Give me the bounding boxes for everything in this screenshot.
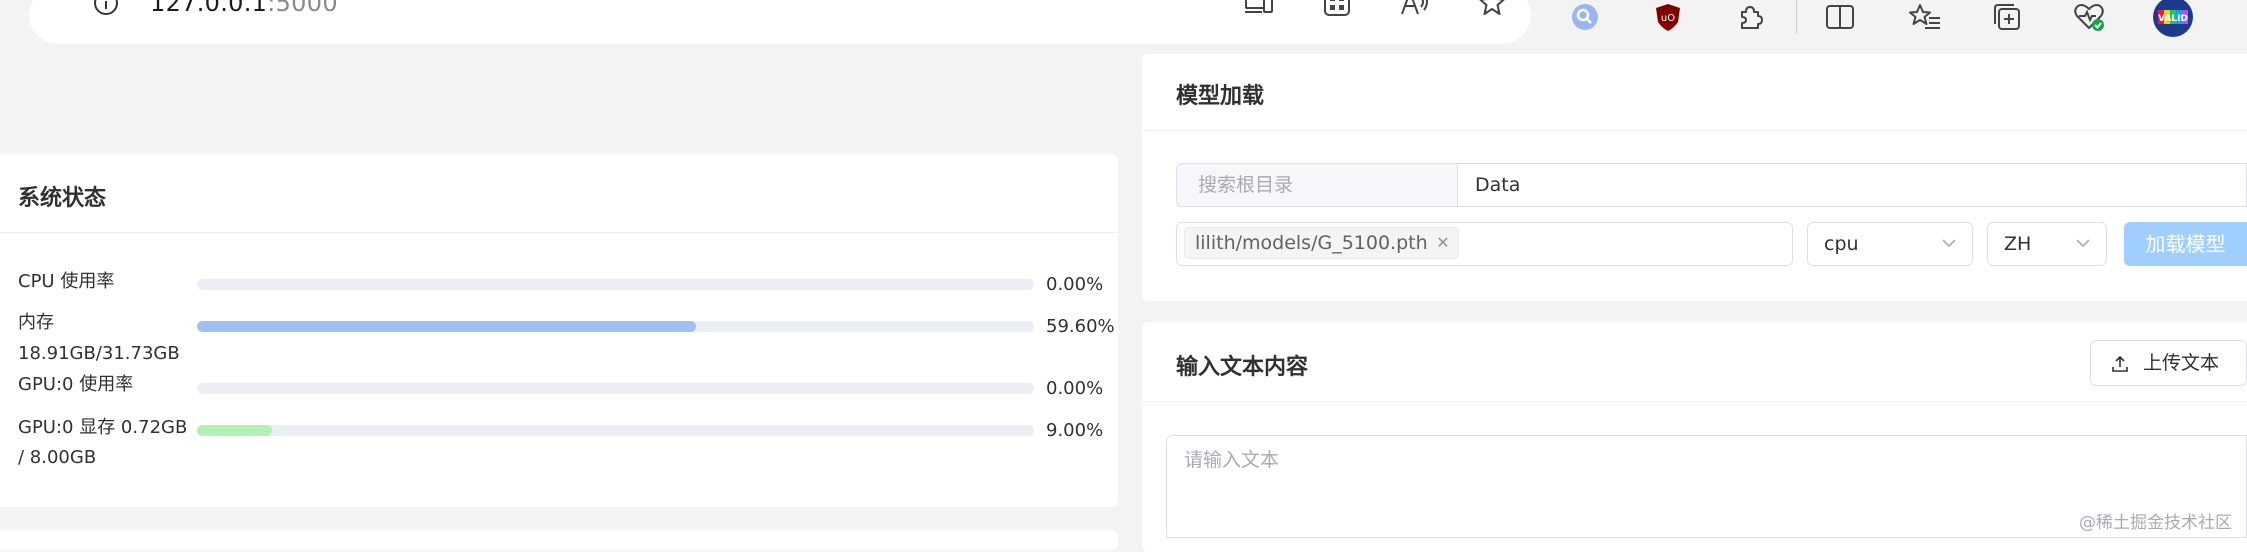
cpu-usage-bar xyxy=(197,279,1034,290)
watermark: @稀土掘金技术社区 xyxy=(2079,513,2232,533)
memory-bar-fill xyxy=(197,321,696,332)
gpu-memory-label: GPU:0 显存 0.72GB xyxy=(18,417,188,438)
ublock-icon[interactable]: uO xyxy=(1651,2,1685,32)
url-port: :5000 xyxy=(267,0,338,17)
search-root-value-input[interactable]: Data xyxy=(1458,163,2247,207)
model-select[interactable]: lilith/models/G_5100.pth ✕ xyxy=(1176,222,1793,266)
split-screen-icon[interactable] xyxy=(1823,2,1857,32)
gpu-usage-bar xyxy=(197,383,1034,394)
memory-percent: 59.60% xyxy=(1046,316,1115,337)
svg-text:uO: uO xyxy=(1661,13,1675,24)
chevron-down-icon xyxy=(2076,239,2090,248)
divider xyxy=(1142,401,2247,402)
browser-toolbar: 127.0.0.1:5000 uO VALID xyxy=(0,0,2247,47)
extensions-icon[interactable] xyxy=(1733,2,1767,32)
model-tag-label: lilith/models/G_5100.pth xyxy=(1195,232,1428,254)
url-host: 127.0.0.1 xyxy=(150,0,268,17)
gpu-usage-label: GPU:0 使用率 xyxy=(18,374,134,395)
favorites-icon[interactable] xyxy=(1908,2,1942,32)
gpu-usage-percent: 0.00% xyxy=(1046,378,1104,399)
language-select[interactable]: ZH xyxy=(1987,222,2107,266)
system-status-title: 系统状态 xyxy=(18,186,107,211)
upload-text-button[interactable]: 上传文本 xyxy=(2090,340,2247,386)
info-icon[interactable] xyxy=(91,0,121,18)
chevron-down-icon xyxy=(1942,239,1956,248)
search-root-input[interactable]: 搜索根目录 xyxy=(1176,163,1458,207)
address-bar[interactable]: 127.0.0.1:5000 xyxy=(29,0,1531,44)
profile-avatar-icon[interactable]: VALID xyxy=(2152,0,2194,38)
avatar-text: VALID xyxy=(2158,14,2188,24)
qr-apps-icon[interactable] xyxy=(1320,0,1354,18)
browser-essentials-icon[interactable] xyxy=(2072,2,2106,32)
divider xyxy=(1142,130,2247,131)
devices-icon[interactable] xyxy=(1242,0,1276,18)
device-select[interactable]: cpu xyxy=(1807,222,1973,266)
cpu-usage-label: CPU 使用率 xyxy=(18,271,115,292)
lower-panel xyxy=(0,530,1118,550)
gpu-memory-total: / 8.00GB xyxy=(18,447,97,468)
memory-bar xyxy=(197,321,1034,332)
model-tag: lilith/models/G_5100.pth ✕ xyxy=(1184,227,1459,259)
language-select-value: ZH xyxy=(2004,233,2032,255)
gpu-memory-percent: 9.00% xyxy=(1046,420,1104,441)
text-input-title: 输入文本内容 xyxy=(1176,355,1309,380)
toolbar-separator xyxy=(1796,0,1797,34)
cpu-usage-percent: 0.00% xyxy=(1046,274,1104,295)
memory-label: 内存 xyxy=(18,312,54,333)
load-model-button[interactable]: 加载模型 xyxy=(2124,222,2247,266)
upload-icon xyxy=(2112,355,2128,372)
model-load-title: 模型加载 xyxy=(1176,84,1265,109)
close-icon[interactable]: ✕ xyxy=(1436,228,1449,258)
upload-text-label: 上传文本 xyxy=(2143,352,2220,374)
url-text[interactable]: 127.0.0.1:5000 xyxy=(150,0,338,18)
textarea-placeholder: 请输入文本 xyxy=(1184,449,1280,471)
collections-icon[interactable] xyxy=(1990,2,2024,32)
memory-amount: 18.91GB/31.73GB xyxy=(18,343,180,364)
read-aloud-icon[interactable] xyxy=(1398,0,1432,18)
gpu-memory-bar xyxy=(197,425,1034,436)
favorite-star-icon[interactable] xyxy=(1475,0,1509,18)
divider xyxy=(0,232,1118,233)
search-extension-icon[interactable] xyxy=(1568,2,1602,32)
device-select-value: cpu xyxy=(1824,233,1859,255)
gpu-memory-bar-fill xyxy=(197,425,273,436)
